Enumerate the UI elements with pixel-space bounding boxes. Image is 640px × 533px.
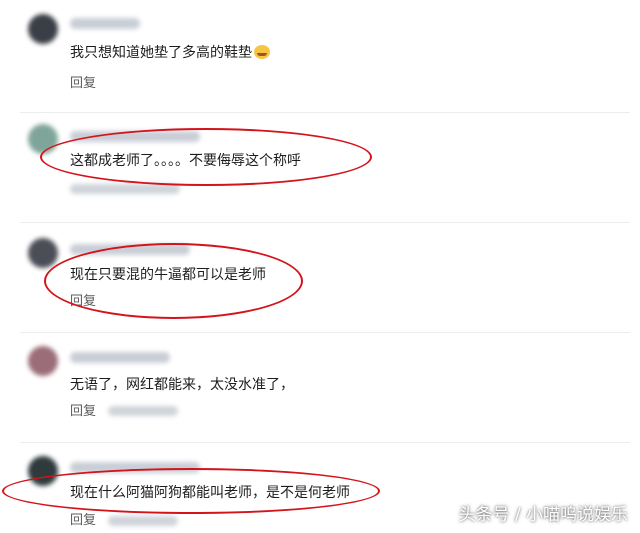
reply-count-link[interactable] xyxy=(70,184,180,194)
reply-count-link[interactable] xyxy=(108,406,178,416)
divider xyxy=(20,332,630,333)
reply-button[interactable]: 回复 xyxy=(70,513,96,529)
avatar[interactable] xyxy=(28,14,58,44)
comment-text: 我只想知道她垫了多高的鞋垫 xyxy=(70,44,270,62)
divider xyxy=(20,442,630,443)
reply-count-link[interactable] xyxy=(108,516,178,526)
watermark-text: 头条号 / 小喵呜说娱乐 xyxy=(458,505,628,525)
comment-text: 无语了，网红都能来，太没水准了， xyxy=(70,377,294,393)
avatar[interactable] xyxy=(28,238,58,268)
highlight-ellipse xyxy=(40,128,372,186)
divider xyxy=(20,222,630,223)
comment-author-meta xyxy=(70,352,170,363)
reply-button[interactable]: 回复 xyxy=(70,76,96,92)
comment-author-meta xyxy=(70,18,140,29)
reply-button[interactable]: 回复 xyxy=(70,404,96,420)
avatar[interactable] xyxy=(28,346,58,376)
highlight-ellipse xyxy=(44,243,303,319)
laughing-crying-emoji-icon xyxy=(254,45,270,59)
divider xyxy=(20,112,630,113)
highlight-ellipse xyxy=(2,468,380,514)
